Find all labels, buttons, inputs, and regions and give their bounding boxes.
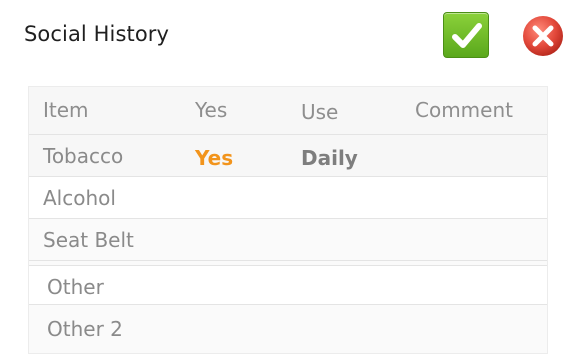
checkmark-icon [452,23,482,48]
column-header-item: Item [43,98,89,122]
page-title: Social History [24,22,170,46]
column-header-comment: Comment [415,98,513,122]
table-row[interactable]: Alcohol [29,177,547,219]
header-bar: Social History [0,0,564,72]
table-row[interactable]: Tobacco Yes Daily [29,135,547,177]
row-item: Other 2 [47,317,123,341]
column-header-use: Use [301,100,339,124]
row-item: Alcohol [43,186,116,210]
row-use[interactable]: Daily [301,146,358,170]
social-history-table: Item Yes Use Comment Tobacco Yes Daily A… [28,86,548,354]
table-row[interactable]: Seat Belt [29,219,547,261]
cancel-button[interactable] [515,12,564,58]
table-row[interactable]: Other [29,265,547,305]
column-header-yes: Yes [195,98,228,122]
row-item: Other [47,275,104,299]
row-item: Tobacco [43,144,124,168]
table-header-row: Item Yes Use Comment [29,87,547,135]
row-item: Seat Belt [43,228,134,252]
table-row[interactable]: Other 2 [29,305,547,353]
close-icon [523,16,563,56]
confirm-button[interactable] [443,12,489,58]
row-yes[interactable]: Yes [195,146,233,170]
